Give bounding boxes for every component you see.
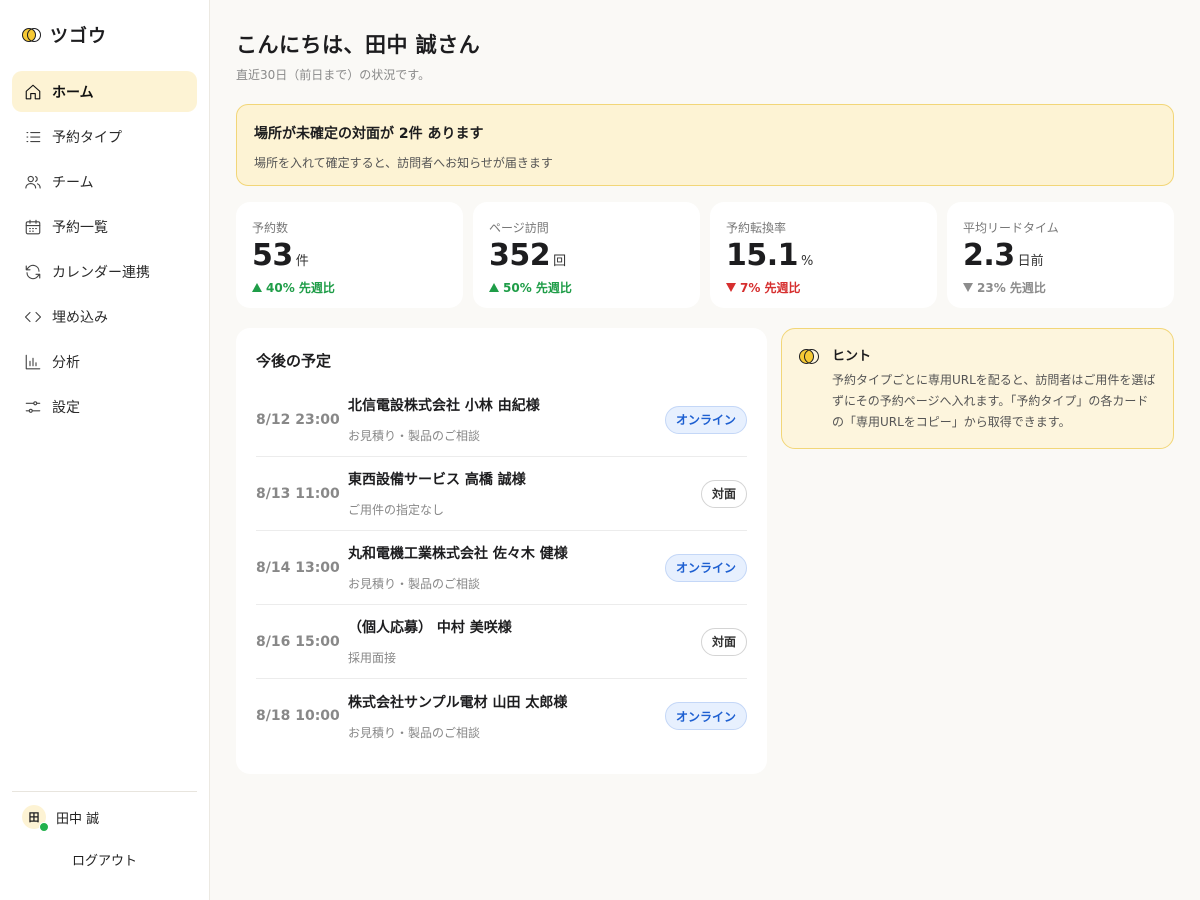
status-badge: 対面 [700,627,747,656]
sidebar-item-label: 予約タイプ [52,129,122,146]
list-item[interactable]: 8/18 10:00 株式会社サンプル電材 山田 太郎様 お見積り・製品のご相談… [256,679,747,753]
stat-unit: 回 [553,254,567,269]
user-name: 田中 誠 [56,811,100,827]
stat-unit: 件 [295,254,309,269]
event-time: 8/18 10:00 [256,708,340,724]
brand[interactable]: ツゴウ [22,24,107,47]
list-item[interactable]: 8/14 13:00 丸和電機工業株式会社 佐々木 健様 お見積り・製品のご相談… [256,531,747,605]
trend-down-icon [726,283,736,292]
schedule-title: 今後の予定 [256,352,332,370]
stat-card-page-visits: ページ訪問 352 回 50% 先週比 [473,202,700,308]
hint-title: ヒント [832,349,872,364]
stat-unit: 日前 [1017,254,1044,269]
bar-chart-icon [24,353,42,371]
stat-value: 352 [489,238,551,273]
online-status-dot [39,822,49,832]
sidebar-item-settings[interactable]: 設定 [12,386,197,427]
event-purpose: ご用件の指定なし [348,503,445,517]
avatar-initial: 田 [28,811,40,824]
stat-value: 15.1 [726,238,799,273]
stat-delta: 7% 先週比 [726,279,921,296]
stat-unit: % [801,254,814,269]
trend-flat-icon [963,283,973,292]
list-item[interactable]: 8/16 15:00 （個人応募） 中村 美咲様 採用面接 対面 [256,605,747,679]
stats-row: 予約数 53 件 40% 先週比 ページ訪問 352 回 50% 先週比 予約転… [236,202,1174,308]
sidebar-item-team[interactable]: チーム [12,161,197,202]
app-name: ツゴウ [50,26,107,47]
sidebar-item-bookings[interactable]: 予約一覧 [12,206,197,247]
event-purpose: 採用面接 [348,651,397,665]
stat-card-lead-time: 平均リードタイム 2.3 日前 23% 先週比 [947,202,1174,308]
stat-delta-text: 50% 先週比 [503,281,572,295]
alert-banner[interactable]: 場所が未確定の対面が 2件 あります 場所を入れて確定すると、訪問者へお知らせが… [236,104,1174,186]
upcoming-schedule: 今後の予定 8/12 23:00 北信電設株式会社 小林 由紀様 お見積り・製品… [236,328,767,774]
sidebar-item-analytics[interactable]: 分析 [12,341,197,382]
sidebar-nav: ホーム 予約タイプ チーム 予約一覧 カレンダー連携 埋め込み 分析 設定 [12,71,197,431]
stat-delta-text: 7% 先週比 [740,281,801,295]
stat-delta: 40% 先週比 [252,279,447,296]
trend-up-icon [252,283,262,292]
sidebar-item-label: ホーム [52,84,94,101]
list-item[interactable]: 8/12 23:00 北信電設株式会社 小林 由紀様 お見積り・製品のご相談 オ… [256,383,747,457]
stat-delta: 23% 先週比 [963,279,1158,296]
users-icon [24,173,42,191]
home-icon [24,83,42,101]
hint-text: 予約タイプごとに専用URLを配ると、訪問者はご用件を選ばずにその予約ページへ入れ… [832,373,1156,429]
alert-text: 場所を入れて確定すると、訪問者へお知らせが届きます [254,156,553,170]
list-item[interactable]: 8/13 11:00 東西設備サービス 高橋 誠様 ご用件の指定なし 対面 [256,457,747,531]
stat-value: 53 [252,238,293,273]
event-name: 東西設備サービス 高橋 誠様 [348,472,526,488]
page-subtitle: 直近30日（前日まで）の状況です。 [236,68,431,82]
sliders-icon [24,398,42,416]
alert-title: 場所が未確定の対面が 2件 あります [254,126,484,142]
status-badge: オンライン [664,702,747,730]
event-name: （個人応募） 中村 美咲様 [348,620,512,636]
status-badge: オンライン [664,553,747,582]
stat-label: ページ訪問 [489,221,549,235]
trend-up-icon [489,283,499,292]
sidebar-item-calendar-sync[interactable]: カレンダー連携 [12,251,197,292]
calendar-icon [24,218,42,236]
sidebar-item-home[interactable]: ホーム [12,71,197,112]
user-profile[interactable]: 田 田中 誠 [22,805,100,832]
avatar: 田 [22,805,49,832]
code-icon [24,308,42,326]
page-title: こんにちは、田中 誠さん [236,33,481,57]
sidebar-item-label: カレンダー連携 [52,264,150,281]
sidebar-item-label: 埋め込み [52,309,108,326]
event-time: 8/14 13:00 [256,559,340,576]
logo-icon [799,349,819,365]
sidebar-item-label: 予約一覧 [52,219,108,236]
stat-card-bookings: 予約数 53 件 40% 先週比 [236,202,463,308]
stat-label: 予約数 [252,221,289,235]
logout-button[interactable]: ログアウト [0,850,209,869]
hint-card: ヒント 予約タイプごとに専用URLを配ると、訪問者はご用件を選ばずにその予約ペー… [781,328,1174,449]
sidebar-item-booking-types[interactable]: 予約タイプ [12,116,197,157]
status-badge: オンライン [664,405,747,434]
event-time: 8/12 23:00 [256,411,340,428]
sidebar-item-label: チーム [52,174,94,191]
sidebar-item-label: 設定 [52,399,80,416]
sidebar-item-embed[interactable]: 埋め込み [12,296,197,337]
event-time: 8/13 11:00 [256,485,340,502]
logo-icon [22,28,41,42]
sidebar: ツゴウ ホーム 予約タイプ チーム 予約一覧 カレンダー連携 埋め込み 分析 設… [0,0,210,900]
sync-icon [24,263,42,281]
stat-value: 2.3 [963,238,1015,273]
sidebar-divider [12,791,197,792]
stat-delta-text: 23% 先週比 [977,281,1046,295]
stat-delta: 50% 先週比 [489,279,684,296]
stat-label: 予約転換率 [726,221,787,235]
stat-card-conversion: 予約転換率 15.1 % 7% 先週比 [710,202,937,308]
status-badge: 対面 [700,479,747,508]
stat-label: 平均リードタイム [963,221,1059,235]
list-icon [24,128,42,146]
sidebar-item-label: 分析 [52,354,80,371]
stat-delta-text: 40% 先週比 [266,281,335,295]
event-time: 8/16 15:00 [256,633,340,650]
